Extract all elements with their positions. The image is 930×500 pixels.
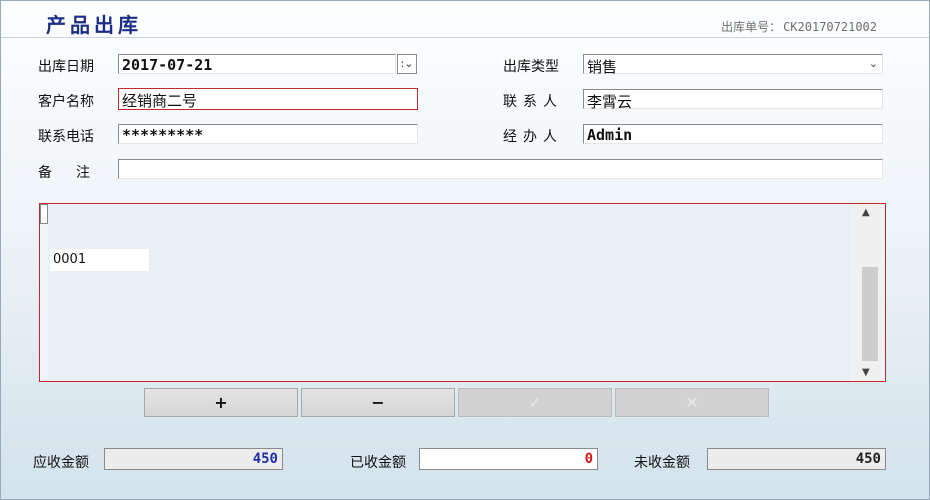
handler-label: 经办人 — [503, 129, 563, 145]
chevron-up-icon[interactable]: ▲ — [862, 207, 870, 218]
receivable-label: 应收金额 — [33, 455, 89, 471]
contact-field[interactable]: 李霄云 — [583, 89, 883, 111]
date-field[interactable]: 2017-07-21 — [118, 54, 396, 74]
customer-label: 客户名称 — [38, 94, 94, 110]
table-row[interactable]: 0001 — [50, 249, 149, 271]
order-number-value: CK20170721002 — [783, 20, 877, 34]
phone-value: ********* — [122, 126, 204, 144]
date-picker-button[interactable]: :⌄ — [397, 54, 417, 74]
grid-body — [48, 204, 851, 381]
cancel-button[interactable]: ✕ — [615, 388, 769, 417]
page-title: 产品出库 — [46, 13, 142, 37]
contact-value: 李霄云 — [587, 93, 633, 111]
detail-grid[interactable]: 0001 ▲ ▼ — [39, 203, 886, 382]
phone-field[interactable]: ********* — [118, 124, 418, 144]
note-label: 备注 — [38, 165, 114, 181]
chevron-down-icon: ⌄ — [868, 57, 878, 70]
grid-row-header[interactable] — [40, 204, 48, 224]
received-label: 已收金额 — [350, 455, 406, 471]
vertical-scrollbar[interactable]: ▲ ▼ — [852, 205, 882, 380]
received-amount[interactable]: 0 — [419, 448, 598, 470]
spinner-icon: :⌄ — [400, 57, 414, 70]
order-number-label: 出库单号： — [721, 20, 782, 34]
note-field[interactable] — [118, 159, 883, 179]
date-label: 出库日期 — [38, 59, 94, 75]
order-number: 出库单号： CK20170721002 — [721, 18, 877, 35]
title-divider — [1, 37, 929, 38]
chevron-down-icon[interactable]: ▼ — [862, 367, 870, 378]
product-outbound-window: 产品出库 出库单号： CK20170721002 出库日期 2017-07-21 … — [0, 0, 930, 500]
add-row-button[interactable]: + — [144, 388, 298, 417]
type-label: 出库类型 — [503, 59, 559, 75]
customer-field[interactable]: 经销商二号 — [118, 88, 418, 110]
type-select[interactable]: 销售 ⌄ — [583, 54, 883, 76]
scrollbar-thumb[interactable] — [862, 267, 878, 361]
remove-row-button[interactable]: − — [301, 388, 455, 417]
handler-value: Admin — [587, 126, 633, 144]
receivable-amount: 450 — [104, 448, 283, 470]
phone-label: 联系电话 — [38, 129, 94, 145]
handler-field[interactable]: Admin — [583, 124, 883, 144]
contact-label: 联系人 — [503, 94, 563, 110]
unpaid-amount: 450 — [707, 448, 886, 470]
customer-value: 经销商二号 — [122, 92, 198, 110]
type-value: 销售 — [587, 58, 618, 76]
unpaid-label: 未收金额 — [634, 455, 690, 471]
confirm-button[interactable]: ✓ — [458, 388, 612, 417]
date-value: 2017-07-21 — [122, 56, 213, 74]
